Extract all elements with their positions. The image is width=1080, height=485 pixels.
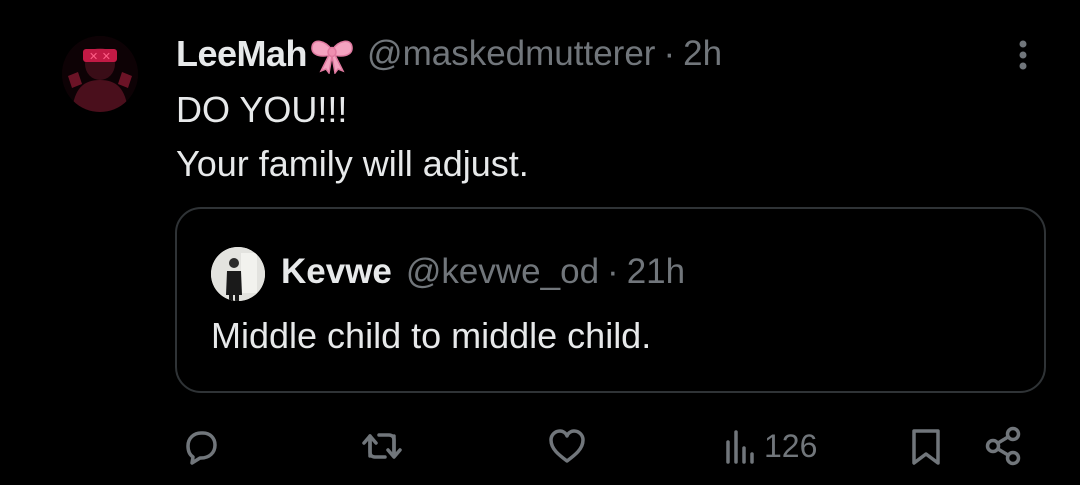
svg-text:✕ ✕: ✕ ✕ — [89, 50, 111, 63]
masked-figure-avatar-image: ✕ ✕ — [62, 36, 138, 112]
retweet-icon — [362, 433, 402, 459]
quoted-tweet-header: Kevwe @kevwe_od · 21h — [281, 249, 685, 295]
speech-bubble-icon — [186, 431, 217, 465]
author-avatar[interactable]: ✕ ✕ — [62, 36, 138, 112]
quoted-tweet[interactable]: Kevwe @kevwe_od · 21h Middle child to mi… — [175, 207, 1046, 393]
tweet-text-line: DO YOU!!! — [176, 89, 348, 130]
separator-dot: · — [663, 34, 676, 73]
author-name[interactable]: LeeMah — [176, 33, 308, 75]
bar-chart-icon — [726, 430, 754, 464]
tweet-time[interactable]: 2h — [683, 34, 722, 74]
tweet-header: LeeMah @maskedmutterer · 2h — [176, 30, 722, 78]
quoted-author-avatar[interactable] — [211, 247, 265, 301]
quoted-tweet-time[interactable]: 21h — [627, 252, 685, 292]
bookmark-icon — [912, 429, 940, 465]
views-count: 126 — [764, 427, 818, 464]
separator-dot: · — [607, 252, 619, 291]
share-icon — [985, 426, 1021, 466]
share-button[interactable] — [982, 418, 1026, 474]
person-photo-avatar-image — [211, 247, 265, 301]
quoted-tweet-text: Middle child to middle child. — [211, 315, 652, 356]
more-options-icon[interactable] — [1010, 36, 1036, 76]
like-button[interactable] — [545, 418, 589, 474]
retweet-button[interactable] — [360, 418, 404, 474]
quoted-author-handle[interactable]: @kevwe_od — [406, 252, 599, 292]
author-handle[interactable]: @maskedmutterer — [367, 34, 655, 74]
ribbon-bow-icon — [309, 34, 355, 75]
bookmark-button[interactable] — [904, 418, 948, 474]
quoted-author-name[interactable]: Kevwe — [281, 252, 392, 292]
tweet[interactable]: ✕ ✕ LeeMah @maskedmutterer · 2h DO YOU!!… — [0, 0, 1080, 485]
heart-icon — [549, 429, 585, 463]
tweet-actions-bar: 126 — [0, 418, 1080, 474]
reply-button[interactable] — [178, 418, 222, 474]
views-button[interactable]: 126 — [718, 418, 817, 474]
tweet-text-line: Your family will adjust. — [176, 143, 529, 184]
